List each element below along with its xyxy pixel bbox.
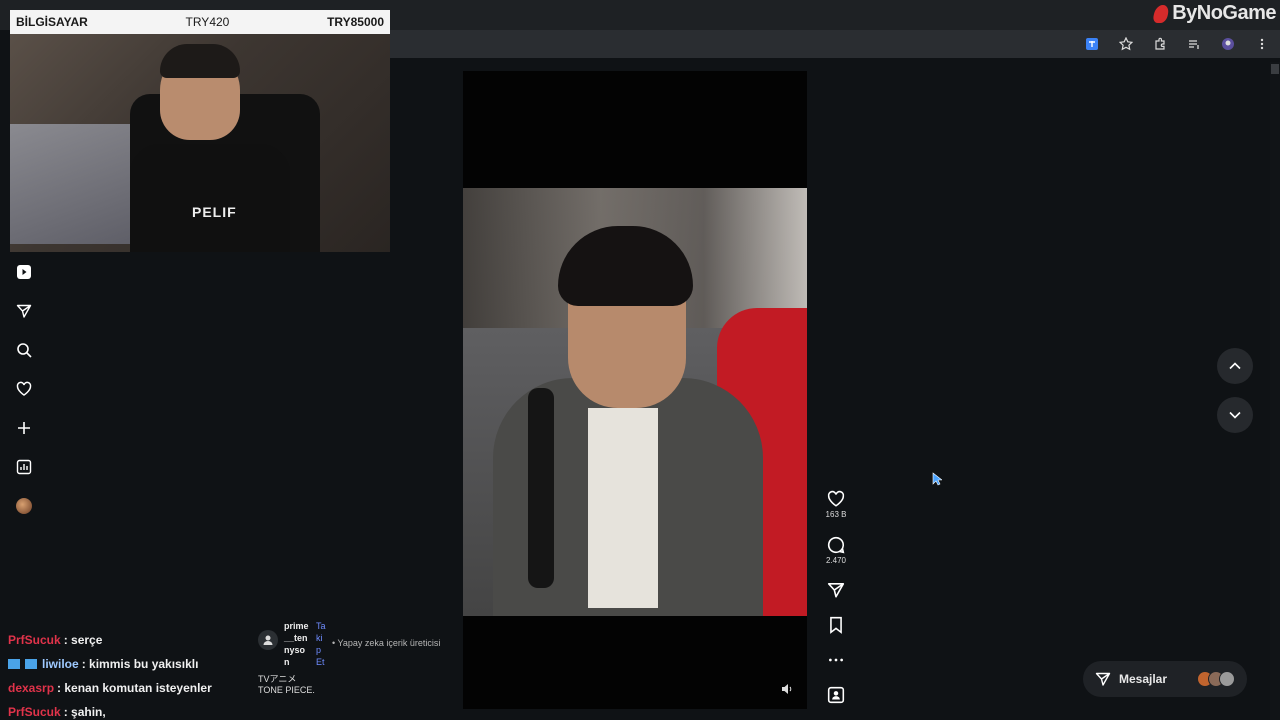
- more-horizontal-icon: [829, 658, 843, 662]
- next-reel-button[interactable]: [1217, 397, 1253, 433]
- chat-badge-icon: [25, 659, 37, 669]
- reel-caption: prime__tennyson Takip Et • Yapay zeka iç…: [258, 620, 458, 696]
- goal-current: TRY420: [185, 15, 230, 29]
- chat-line: dexasrp : kenan komutan isteyenler: [8, 676, 258, 700]
- comment-action: 2.470: [826, 536, 846, 565]
- author-row: prime__tennyson Takip Et • Yapay zeka iç…: [258, 620, 458, 668]
- video-backpack-strap: [528, 388, 554, 588]
- translate-icon[interactable]: [1082, 34, 1102, 54]
- caption-line: TONE PIECE.: [258, 685, 315, 695]
- ai-creator-label: • Yapay zeka içerik üreticisi: [332, 638, 441, 648]
- message-avatars: [1197, 671, 1235, 687]
- chat-username: liwiloe: [42, 657, 79, 671]
- chat-username: dexasrp: [8, 681, 55, 695]
- chevron-up-icon: [1229, 362, 1241, 370]
- app-sidebar: [12, 262, 36, 516]
- sidebar-item-notifications[interactable]: [14, 379, 34, 399]
- sidebar-item-profile[interactable]: [14, 496, 34, 516]
- like-count: 163 B: [825, 510, 847, 519]
- follow-button[interactable]: Takip Et: [316, 620, 326, 668]
- chat-line: PrfSucuk : serçe: [8, 628, 258, 652]
- chart-icon: [16, 459, 32, 475]
- scrollbar-thumb[interactable]: [1271, 64, 1279, 74]
- audio-avatar-icon: [827, 686, 845, 704]
- reel-actions: 163 B 2.470: [822, 490, 850, 704]
- share-action[interactable]: [827, 581, 845, 599]
- chevron-down-icon: [1229, 411, 1241, 419]
- browser-toolbar-icons: [1082, 34, 1272, 54]
- plus-icon: [18, 422, 30, 434]
- sidebar-item-messages[interactable]: [14, 301, 34, 321]
- webcam-feed: PELIF: [10, 34, 390, 252]
- like-action: 163 B: [825, 490, 847, 519]
- chat-message: : kimmis bu yakısıklı: [81, 657, 199, 671]
- bookmark-star-icon[interactable]: [1116, 34, 1136, 54]
- save-action[interactable]: [827, 616, 845, 634]
- previous-reel-button[interactable]: [1217, 348, 1253, 384]
- chat-message: : şahin,: [63, 705, 106, 719]
- volume-icon[interactable]: [781, 682, 795, 696]
- mouse-cursor-icon: [932, 472, 943, 491]
- stream-goal-bar: BİLGİSAYAR TRY420 TRY85000: [10, 10, 390, 34]
- send-icon: [827, 583, 845, 598]
- chat-badge-icon: [8, 659, 20, 669]
- sidebar-item-reels[interactable]: [14, 262, 34, 282]
- goal-target: TRY85000: [327, 15, 384, 29]
- chat-username: PrfSucuk: [8, 633, 61, 647]
- messages-button[interactable]: Mesajlar: [1083, 661, 1247, 697]
- heart-icon[interactable]: [827, 490, 845, 508]
- cam-hair: [160, 44, 240, 78]
- stream-chat: PrfSucuk : serçe liwiloe : kimmis bu yak…: [8, 628, 258, 720]
- more-action[interactable]: [827, 651, 845, 669]
- sidebar-item-create[interactable]: [14, 418, 34, 438]
- goal-title: BİLGİSAYAR: [16, 15, 88, 29]
- cam-bed: [10, 124, 150, 244]
- more-vertical-icon[interactable]: [1252, 34, 1272, 54]
- chat-line: PrfSucuk : şahin,: [8, 700, 258, 720]
- avatar: [16, 498, 32, 514]
- send-icon: [16, 304, 32, 318]
- sidebar-item-search[interactable]: [14, 340, 34, 360]
- avatar: [1219, 671, 1235, 687]
- video-shirt: [588, 408, 658, 608]
- media-controls-icon[interactable]: [1184, 34, 1204, 54]
- caption-line: TVアニメ: [258, 674, 297, 684]
- author-avatar[interactable]: [258, 630, 278, 650]
- play-icon: [17, 265, 31, 279]
- chat-username: PrfSucuk: [8, 705, 61, 719]
- sidebar-item-dashboard[interactable]: [14, 457, 34, 477]
- reel-video[interactable]: [463, 71, 807, 709]
- screen: ByNoGame BİLGİSAYAR TRY420 TRY85000 PELI…: [0, 0, 1280, 720]
- chat-message: : kenan komutan isteyenler: [57, 681, 212, 695]
- audio-action[interactable]: [827, 686, 845, 704]
- messages-label: Mesajlar: [1119, 672, 1168, 686]
- caption-text: TVアニメ TONE PIECE.: [258, 674, 458, 696]
- bookmark-icon: [830, 616, 842, 634]
- extensions-icon[interactable]: [1150, 34, 1170, 54]
- brand-logo: ByNoGame: [1152, 2, 1276, 25]
- chat-message: : serçe: [63, 633, 103, 647]
- profile-icon[interactable]: [1218, 34, 1238, 54]
- heart-icon: [16, 381, 32, 396]
- author-username[interactable]: prime__tennyson: [284, 620, 310, 668]
- cam-body: [130, 144, 290, 252]
- brand-name: ByNoGame: [1172, 2, 1276, 24]
- comment-count: 2.470: [825, 556, 847, 565]
- brand-flame-icon: [1152, 4, 1171, 23]
- chat-line: liwiloe : kimmis bu yakısıklı: [8, 652, 258, 676]
- video-frame: [463, 188, 807, 616]
- search-icon: [17, 343, 32, 358]
- send-icon: [1095, 672, 1111, 686]
- cam-shirt-text: PELIF: [192, 204, 237, 220]
- comment-icon[interactable]: [827, 536, 845, 554]
- user-icon: [263, 635, 273, 645]
- page-scrollbar[interactable]: [1270, 62, 1280, 720]
